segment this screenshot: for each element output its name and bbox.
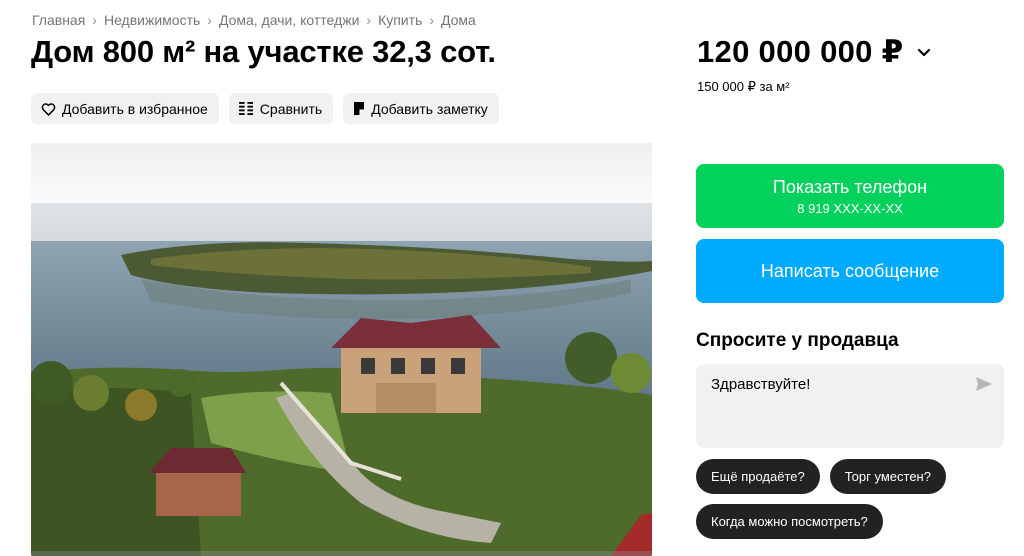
listing-actions: Добавить в избранное Сравнить Добавить з…: [31, 93, 499, 124]
ask-seller-title: Спросите у продавца: [696, 330, 899, 351]
quick-question-still-selling[interactable]: Ещё продаёте?: [696, 459, 820, 494]
compare-button[interactable]: Сравнить: [228, 93, 334, 124]
send-icon[interactable]: [976, 377, 992, 396]
write-message-button[interactable]: Написать сообщение: [696, 239, 1004, 303]
quick-questions: Ещё продаёте? Торг уместен? Когда можно …: [696, 459, 1016, 539]
breadcrumb-item-houses[interactable]: Дома: [441, 12, 476, 28]
compare-icon: [238, 102, 253, 115]
breadcrumb: Главная › Недвижимость › Дома, дачи, кот…: [32, 12, 476, 28]
quick-question-when-view[interactable]: Когда можно посмотреть?: [696, 504, 883, 539]
add-to-favorites-label: Добавить в избранное: [62, 100, 208, 117]
page-title: Дом 800 м² на участке 32,3 сот.: [31, 34, 496, 69]
price-per-square-meter: 150 000 ₽ за м²: [697, 79, 790, 94]
breadcrumb-item-home[interactable]: Главная: [32, 12, 85, 28]
phone-number-masked: 8 919 XXX-XX-XX: [797, 201, 903, 216]
breadcrumb-item-realty[interactable]: Недвижимость: [104, 12, 200, 28]
add-note-label: Добавить заметку: [371, 100, 488, 117]
breadcrumb-item-buy[interactable]: Купить: [378, 12, 422, 28]
breadcrumb-separator-icon: ›: [429, 12, 434, 28]
breadcrumb-separator-icon: ›: [92, 12, 97, 28]
price-block: 120 000 000 ₽: [697, 34, 931, 70]
ask-seller-box: Здравствуйте!: [696, 364, 1004, 448]
heart-icon: [41, 102, 56, 116]
ask-seller-message-input[interactable]: Здравствуйте!: [696, 364, 1004, 448]
price-toggle-button[interactable]: [917, 48, 931, 57]
price: 120 000 000 ₽: [697, 34, 904, 69]
house-aerial-photo: [31, 143, 652, 556]
add-note-button[interactable]: Добавить заметку: [343, 93, 499, 124]
compare-label: Сравнить: [259, 100, 323, 117]
breadcrumb-item-houses-dachas[interactable]: Дома, дачи, коттеджи: [219, 12, 359, 28]
show-phone-button[interactable]: Показать телефон 8 919 XXX-XX-XX: [696, 164, 1004, 228]
note-icon: [354, 102, 365, 115]
show-phone-label: Показать телефон: [772, 177, 928, 197]
breadcrumb-separator-icon: ›: [207, 12, 212, 28]
add-to-favorites-button[interactable]: Добавить в избранное: [31, 93, 219, 124]
quick-question-bargain[interactable]: Торг уместен?: [829, 459, 946, 494]
listing-photo[interactable]: [31, 143, 652, 556]
chevron-down-icon: [918, 48, 931, 56]
breadcrumb-separator-icon: ›: [366, 12, 372, 28]
